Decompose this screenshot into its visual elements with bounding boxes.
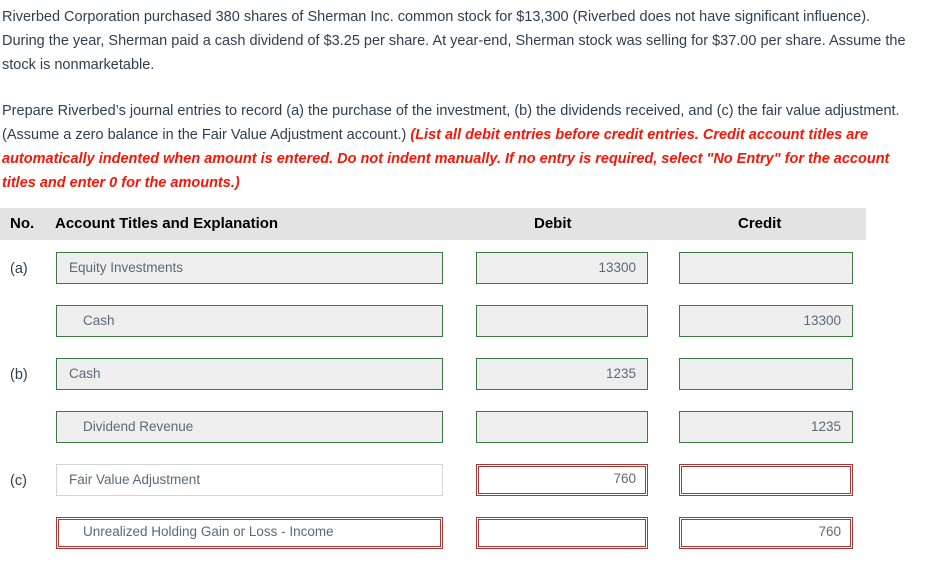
table-row: Unrealized Holding Gain or Loss - Income… — [0, 514, 926, 567]
table-row: (b) Cash 1235 — [0, 355, 926, 408]
credit-input-field[interactable]: 13300 — [679, 305, 853, 337]
credit-value — [680, 359, 841, 389]
table-header-row: No. Account Titles and Explanation Debit… — [0, 208, 866, 240]
account-value: Fair Value Adjustment — [69, 472, 201, 487]
debit-value — [477, 518, 636, 548]
credit-input-field[interactable] — [679, 358, 853, 390]
row-number-label: (c) — [10, 473, 27, 489]
column-header-debit: Debit — [534, 215, 572, 232]
account-value: Cash — [69, 366, 101, 381]
credit-value — [680, 253, 841, 283]
problem-statement: Riverbed Corporation purchased 380 share… — [0, 5, 926, 195]
credit-input-field[interactable]: 760 — [679, 517, 853, 549]
credit-value: 760 — [818, 524, 841, 539]
account-input-field[interactable]: Fair Value Adjustment — [56, 464, 443, 496]
table-row: (a) Equity Investments 13300 — [0, 249, 926, 302]
credit-input-field[interactable] — [679, 464, 853, 496]
table-row: (c) Fair Value Adjustment 760 — [0, 461, 926, 514]
debit-input-field[interactable]: 1235 — [476, 358, 648, 390]
debit-value — [477, 306, 636, 336]
account-input-field[interactable]: Cash — [56, 358, 443, 390]
problem-paragraph-2: Prepare Riverbed’s journal entries to re… — [2, 99, 914, 195]
debit-value — [477, 412, 636, 442]
credit-value: 13300 — [803, 313, 841, 328]
table-row: Dividend Revenue 1235 — [0, 408, 926, 461]
account-value: Dividend Revenue — [83, 419, 194, 434]
debit-input-field[interactable]: 13300 — [476, 252, 648, 284]
row-number-label: (a) — [10, 261, 28, 277]
credit-input-field[interactable] — [679, 252, 853, 284]
credit-value — [680, 465, 841, 495]
debit-input-field[interactable] — [476, 517, 648, 549]
debit-value: 13300 — [598, 260, 636, 275]
problem-paragraph-1: Riverbed Corporation purchased 380 share… — [2, 9, 906, 73]
column-header-account: Account Titles and Explanation — [55, 215, 279, 232]
debit-input-field[interactable] — [476, 305, 648, 337]
column-header-no: No. — [10, 215, 35, 232]
column-header-credit: Credit — [738, 215, 782, 232]
account-input-field[interactable]: Cash — [56, 305, 443, 337]
table-row: Cash 13300 — [0, 302, 926, 355]
account-value: Cash — [83, 313, 115, 328]
table-body: (a) Equity Investments 13300 Cash 13300 (b) Ca… — [0, 240, 926, 567]
account-input-field[interactable]: Unrealized Holding Gain or Loss - Income — [56, 517, 443, 549]
debit-input-field[interactable] — [476, 411, 648, 443]
debit-value: 760 — [613, 471, 636, 486]
account-value: Unrealized Holding Gain or Loss - Income — [83, 524, 334, 539]
account-input-field[interactable]: Equity Investments — [56, 252, 443, 284]
credit-input-field[interactable]: 1235 — [679, 411, 853, 443]
debit-value: 1235 — [605, 366, 636, 381]
credit-value: 1235 — [810, 419, 841, 434]
account-value: Equity Investments — [69, 260, 184, 275]
row-number-label: (b) — [10, 367, 28, 383]
journal-entry-table: No. Account Titles and Explanation Debit… — [0, 208, 926, 567]
account-input-field[interactable]: Dividend Revenue — [56, 411, 443, 443]
debit-input-field[interactable]: 760 — [476, 464, 648, 496]
